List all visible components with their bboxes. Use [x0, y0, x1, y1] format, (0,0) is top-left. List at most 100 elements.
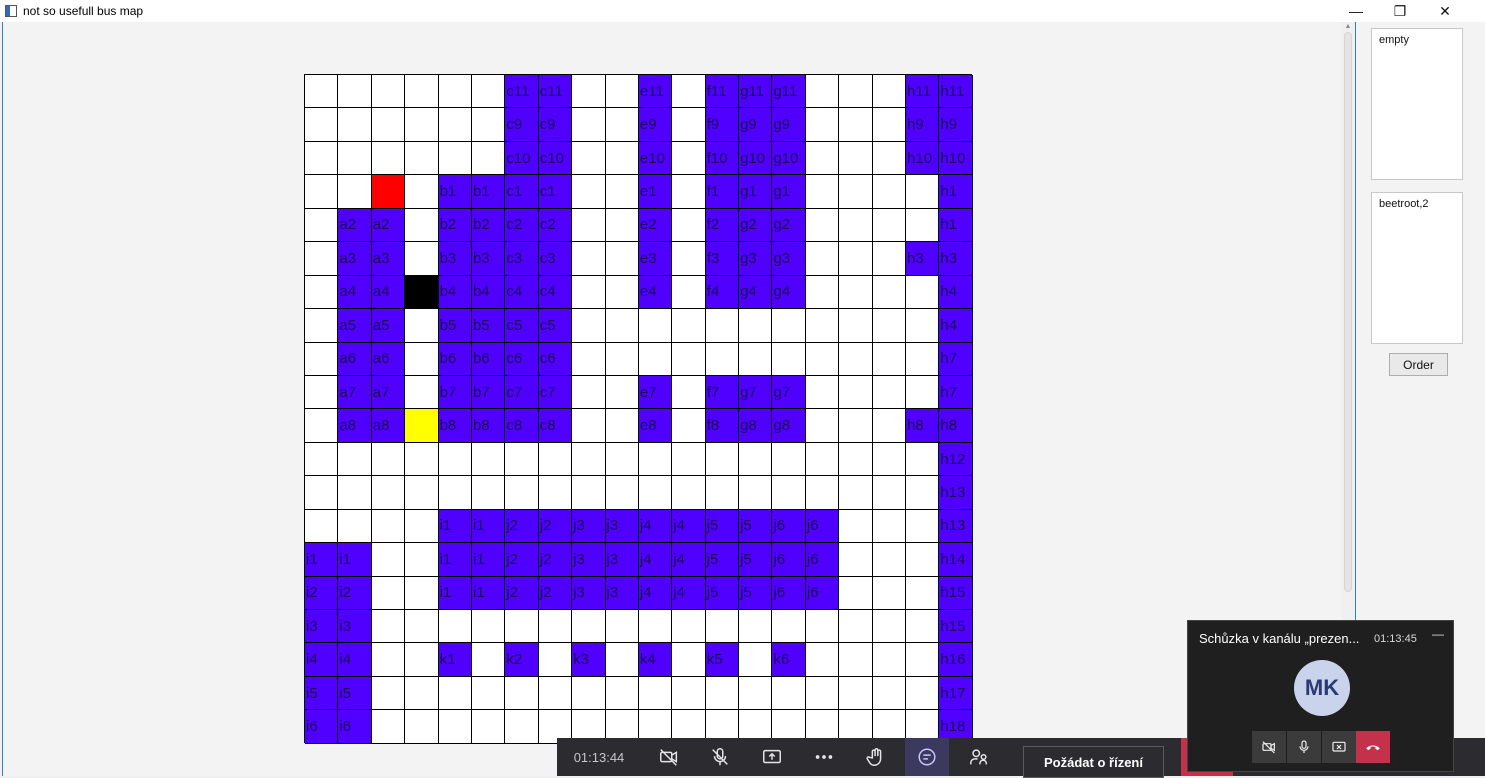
- map-cell-empty[interactable]: [572, 175, 606, 209]
- map-cell-empty[interactable]: [672, 375, 706, 410]
- map-cell-c10[interactable]: c10: [505, 141, 539, 176]
- meeting-stop-share-icon[interactable]: [1322, 731, 1356, 763]
- map-cell-h10[interactable]: h10: [939, 141, 973, 176]
- map-cell-empty[interactable]: [772, 342, 806, 376]
- map-cell-g9[interactable]: g9: [772, 108, 806, 142]
- map-cell-k3[interactable]: k3: [572, 643, 606, 677]
- map-cell-b5[interactable]: b5: [438, 309, 472, 343]
- map-cell-empty[interactable]: [338, 175, 372, 209]
- map-cell-b8[interactable]: b8: [471, 409, 506, 443]
- map-cell-empty[interactable]: [839, 610, 873, 644]
- request-control-button[interactable]: Požádat o řízení: [1023, 746, 1164, 778]
- map-cell-empty[interactable]: [438, 75, 472, 109]
- map-cell-empty[interactable]: [805, 108, 840, 142]
- map-cell-empty[interactable]: [839, 409, 873, 443]
- map-cell-empty[interactable]: [605, 175, 639, 209]
- map-cell-empty[interactable]: [805, 275, 840, 310]
- map-cell-a6[interactable]: a6: [338, 342, 372, 376]
- map-cell-h8[interactable]: h8: [906, 409, 940, 443]
- map-cell-empty[interactable]: [872, 576, 907, 610]
- map-cell-empty[interactable]: [872, 208, 907, 243]
- map-cell-empty[interactable]: [672, 342, 706, 376]
- map-cell-empty[interactable]: [805, 309, 840, 343]
- map-cell-i1[interactable]: i1: [305, 543, 339, 577]
- map-cell-j5[interactable]: j5: [705, 543, 740, 577]
- map-cell-i1[interactable]: i1: [338, 543, 372, 577]
- map-cell-empty[interactable]: [805, 476, 840, 510]
- map-cell-j5[interactable]: j5: [739, 576, 773, 610]
- map-cell-h11[interactable]: h11: [939, 75, 973, 109]
- map-cell-empty[interactable]: [672, 409, 706, 443]
- map-cell-e7[interactable]: e7: [638, 375, 673, 410]
- map-cell-b5[interactable]: b5: [471, 309, 506, 343]
- map-cell-j5[interactable]: j5: [705, 509, 740, 544]
- map-cell-empty[interactable]: [839, 108, 873, 142]
- map-cell-f2[interactable]: f2: [705, 208, 740, 243]
- map-cell-empty[interactable]: [371, 676, 406, 711]
- map-cell-f10[interactable]: f10: [705, 141, 740, 176]
- map-cell-empty[interactable]: [839, 208, 873, 243]
- map-cell-empty[interactable]: [371, 108, 406, 142]
- map-cell-empty[interactable]: [605, 610, 639, 644]
- map-cell-empty[interactable]: [505, 476, 539, 510]
- map-cell-c11[interactable]: c11: [505, 75, 539, 109]
- map-cell-empty[interactable]: [305, 342, 339, 376]
- map-cell-empty[interactable]: [772, 309, 806, 343]
- map-cell-empty[interactable]: [338, 108, 372, 142]
- map-cell-empty[interactable]: [371, 643, 406, 677]
- map-cell-empty[interactable]: [739, 610, 773, 644]
- map-cell-c10[interactable]: c10: [538, 141, 573, 176]
- map-cell-empty[interactable]: [405, 643, 439, 677]
- map-cell-empty[interactable]: [638, 476, 673, 510]
- map-cell-j6[interactable]: j6: [805, 509, 840, 544]
- map-cell-j5[interactable]: j5: [739, 543, 773, 577]
- map-cell-a5[interactable]: a5: [338, 309, 372, 343]
- map-cell-a2[interactable]: a2: [338, 208, 372, 243]
- map-cell-empty[interactable]: [672, 275, 706, 310]
- map-cell-empty[interactable]: [605, 676, 639, 711]
- map-cell-empty[interactable]: [739, 643, 773, 677]
- map-cell-c9[interactable]: c9: [505, 108, 539, 142]
- map-cell-empty[interactable]: [605, 275, 639, 310]
- map-cell-c6[interactable]: c6: [505, 342, 539, 376]
- map-cell-f9[interactable]: f9: [705, 108, 740, 142]
- map-cell-empty[interactable]: [705, 610, 740, 644]
- map-cell-j3[interactable]: j3: [572, 576, 606, 610]
- map-cell-empty[interactable]: [572, 375, 606, 410]
- map-cell-empty[interactable]: [505, 610, 539, 644]
- map-cell-i5[interactable]: i5: [338, 676, 372, 711]
- map-cell-g2[interactable]: g2: [772, 208, 806, 243]
- map-cell-empty[interactable]: [405, 175, 439, 209]
- map-cell-empty[interactable]: [872, 108, 907, 142]
- map-cell-e2[interactable]: e2: [638, 208, 673, 243]
- map-cell-j2[interactable]: j2: [505, 509, 539, 544]
- map-cell-k4[interactable]: k4: [638, 643, 673, 677]
- map-cell-empty[interactable]: [371, 543, 406, 577]
- map-cell-empty[interactable]: [672, 610, 706, 644]
- map-cell-h3[interactable]: h3: [939, 242, 973, 276]
- map-cell-e8[interactable]: e8: [638, 409, 673, 443]
- map-cell-empty[interactable]: [471, 108, 506, 142]
- map-cell-empty[interactable]: [805, 75, 840, 109]
- map-cell-empty[interactable]: [338, 442, 372, 477]
- map-cell-g7[interactable]: g7: [772, 375, 806, 410]
- map-cell-empty[interactable]: [906, 509, 940, 544]
- map-cell-f8[interactable]: f8: [705, 409, 740, 443]
- map-cell-empty[interactable]: [305, 309, 339, 343]
- map-cell-i3[interactable]: i3: [305, 610, 339, 644]
- map-cell-a4[interactable]: a4: [371, 275, 406, 310]
- map-cell-c8[interactable]: c8: [505, 409, 539, 443]
- map-cell-empty[interactable]: [405, 141, 439, 176]
- map-cell-empty[interactable]: [572, 610, 606, 644]
- map-cell-empty[interactable]: [405, 75, 439, 109]
- close-button[interactable]: ✕: [1423, 0, 1467, 22]
- map-cell-e3[interactable]: e3: [638, 242, 673, 276]
- map-cell-j4[interactable]: j4: [638, 543, 673, 577]
- map-cell-empty[interactable]: [438, 676, 472, 711]
- map-cell-empty[interactable]: [906, 309, 940, 343]
- map-cell-empty[interactable]: [872, 242, 907, 276]
- map-cell-empty[interactable]: [872, 175, 907, 209]
- map-cell-empty[interactable]: [772, 442, 806, 477]
- map-cell-e1[interactable]: e1: [638, 175, 673, 209]
- map-cell-h13[interactable]: h13: [939, 509, 973, 544]
